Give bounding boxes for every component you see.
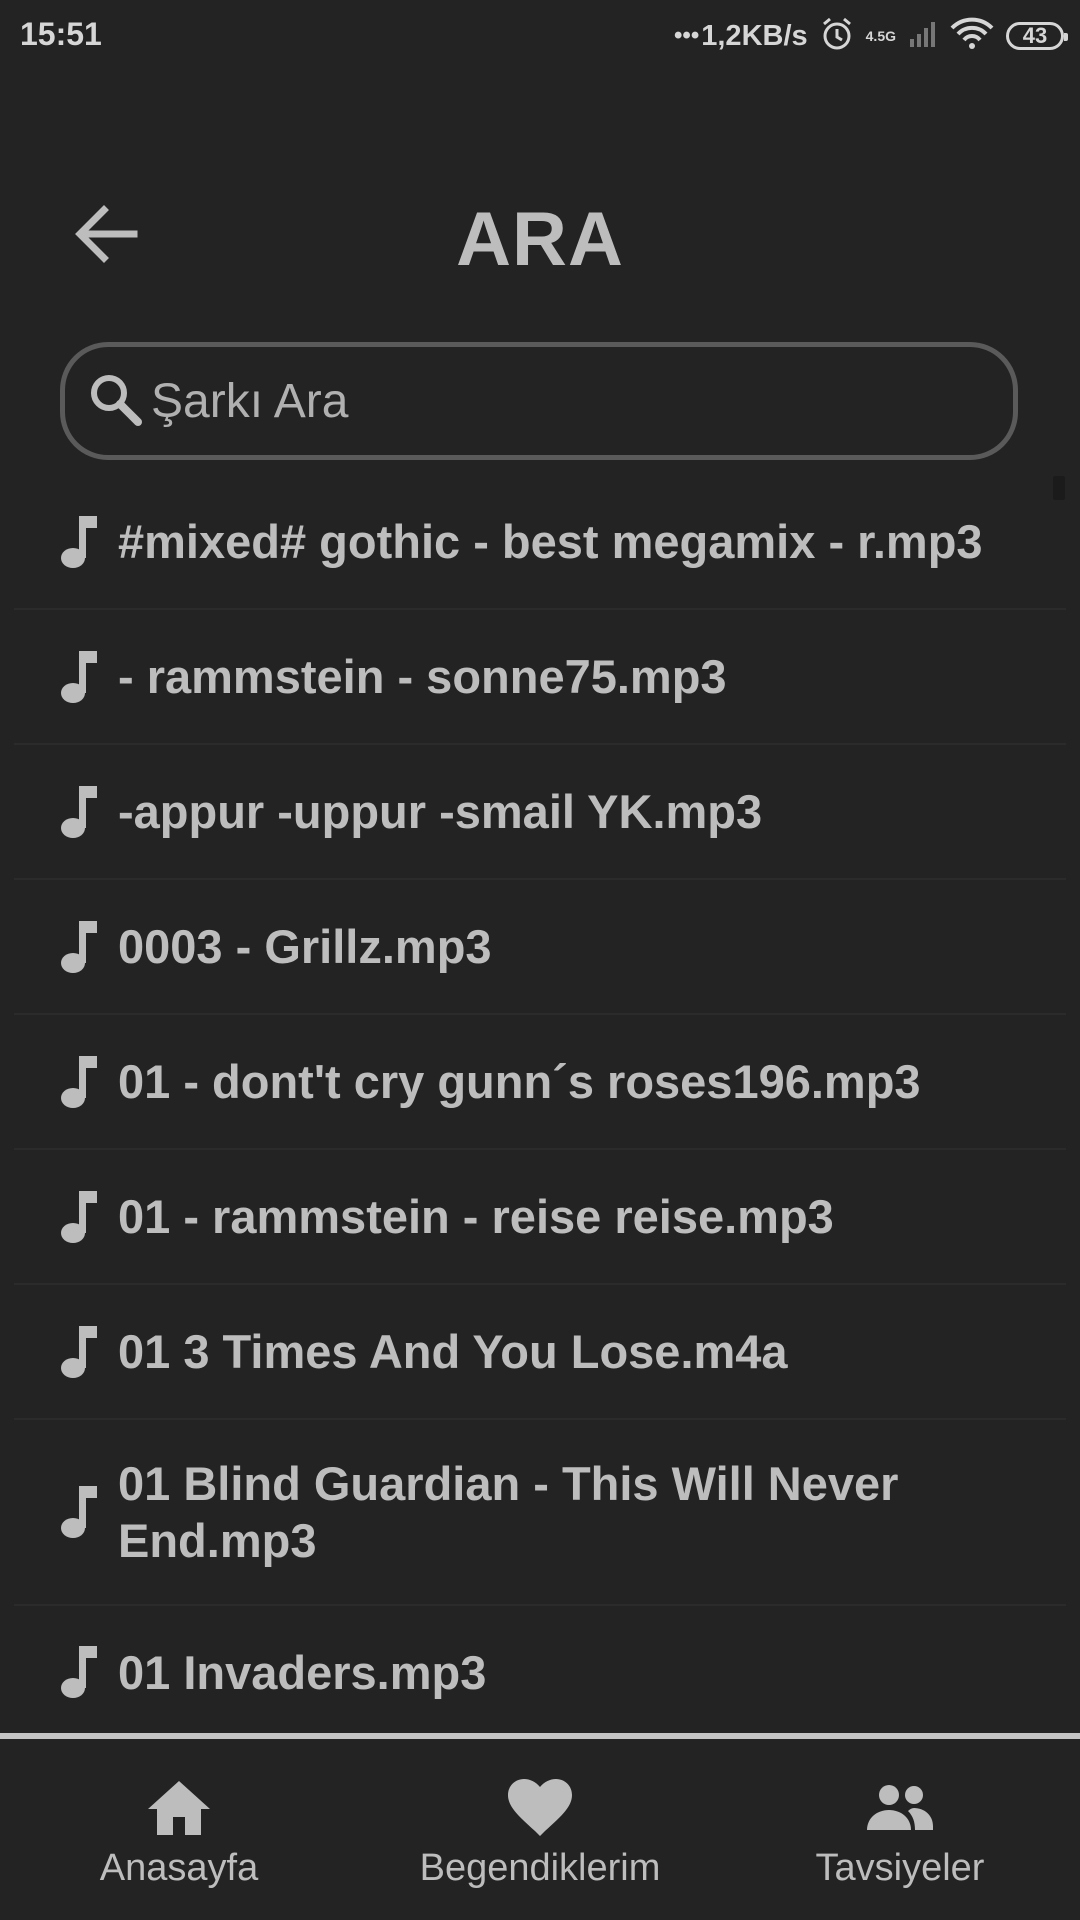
status-bar: 15:51 ••• 1,2KB/s 4.5G 43 xyxy=(0,0,1080,74)
status-time: 15:51 xyxy=(20,16,102,52)
song-title: 01 - rammstein - reise reise.mp3 xyxy=(118,1190,834,1243)
battery-level: 43 xyxy=(1022,23,1048,48)
status-dots: ••• xyxy=(674,22,700,49)
heart-icon xyxy=(507,1775,573,1841)
music-note-icon xyxy=(60,1324,110,1380)
status-indicators: ••• 1,2KB/s 4.5G 43 xyxy=(674,14,1068,58)
song-title: #mixed# gothic - best megamix - r.mp3 xyxy=(118,515,983,568)
list-item[interactable]: 01 Invaders.mp3 xyxy=(14,1606,1066,1738)
signal-icon xyxy=(908,19,938,54)
alarm-icon xyxy=(820,16,854,57)
nav-likes-label: Begendiklerim xyxy=(419,1847,661,1889)
list-item[interactable]: 01 3 Times And You Lose.m4a xyxy=(14,1285,1066,1420)
list-item[interactable]: 01 - dont't cry gunn´s roses196.mp3 xyxy=(14,1015,1066,1150)
network-speed: 1,2KB/s xyxy=(701,19,808,52)
music-note-icon xyxy=(60,1484,110,1540)
people-icon xyxy=(867,1775,933,1841)
wifi-icon xyxy=(950,17,994,56)
music-note-icon xyxy=(60,784,110,840)
song-title: 01 - dont't cry gunn´s roses196.mp3 xyxy=(118,1055,921,1108)
music-note-icon xyxy=(60,919,110,975)
song-title: 01 Invaders.mp3 xyxy=(118,1645,487,1699)
search-input[interactable] xyxy=(143,372,1013,430)
nav-recommendations[interactable]: Tavsiyeler xyxy=(750,1739,1050,1920)
music-note-icon xyxy=(60,649,110,705)
list-item[interactable]: 01 Blind Guardian - This Will Never End.… xyxy=(14,1420,1066,1606)
list-item[interactable]: 0003 - Grillz.mp3 xyxy=(14,880,1066,1015)
music-note-icon xyxy=(60,514,110,570)
page-title: ARA xyxy=(456,197,624,282)
song-title: 01 3 Times And You Lose.m4a xyxy=(118,1325,788,1378)
list-item[interactable]: - rammstein - sonne75.mp3 xyxy=(14,610,1066,745)
nav-recommendations-label: Tavsiyeler xyxy=(815,1847,985,1889)
list-item[interactable]: -appur -uppur -smail YK.mp3 xyxy=(14,745,1066,880)
song-title: 0003 - Grillz.mp3 xyxy=(118,920,492,973)
network-type: 4.5G xyxy=(865,28,896,44)
song-title: - rammstein - sonne75.mp3 xyxy=(118,650,727,703)
song-list: #mixed# gothic - best megamix - r.mp3 - … xyxy=(14,475,1066,1738)
nav-likes[interactable]: Begendiklerim xyxy=(390,1739,690,1920)
search-box[interactable] xyxy=(60,342,1018,460)
home-icon xyxy=(146,1775,212,1841)
nav-home[interactable]: Anasayfa xyxy=(29,1739,329,1920)
list-item[interactable]: 01 - rammstein - reise reise.mp3 xyxy=(14,1150,1066,1285)
music-note-icon xyxy=(60,1054,110,1110)
search-icon xyxy=(87,371,143,432)
song-title: 01 Blind Guardian - This Will Never End.… xyxy=(118,1457,899,1567)
battery-indicator: 43 xyxy=(1006,22,1068,50)
bottom-navigation: Anasayfa Begendiklerim Tavsiyeler xyxy=(0,1733,1080,1920)
song-title: -appur -uppur -smail YK.mp3 xyxy=(118,785,763,838)
music-note-icon xyxy=(60,1189,110,1245)
list-item[interactable]: #mixed# gothic - best megamix - r.mp3 xyxy=(14,475,1066,610)
nav-home-label: Anasayfa xyxy=(99,1847,259,1889)
music-note-icon xyxy=(60,1644,110,1700)
